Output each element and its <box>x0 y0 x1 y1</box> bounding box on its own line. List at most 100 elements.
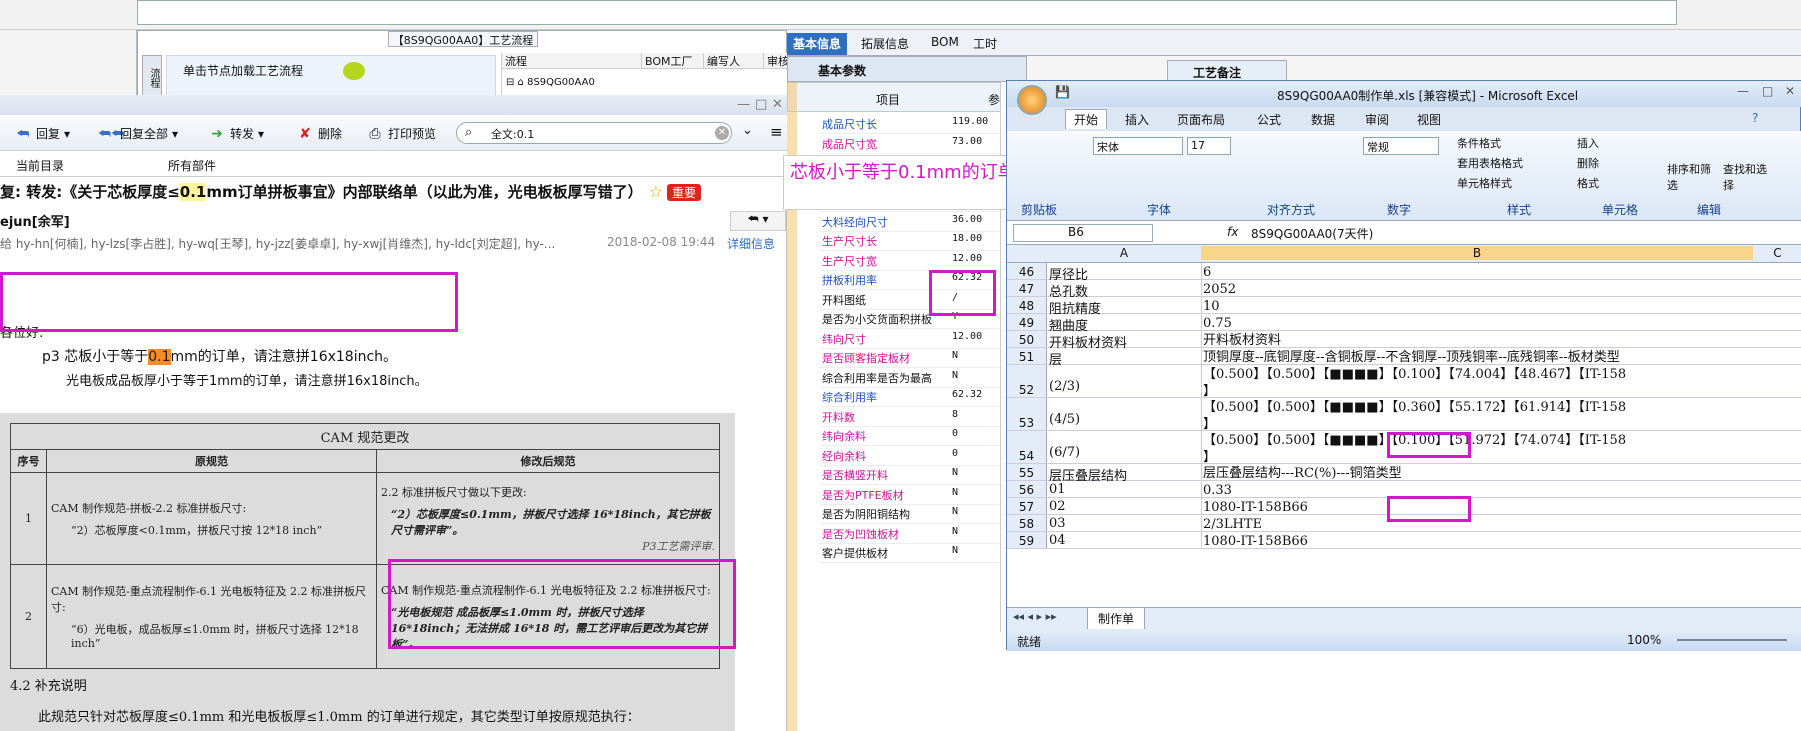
cell-b[interactable]: 0.33 <box>1203 482 1753 499</box>
ribbon-tab-review[interactable]: 审阅 <box>1365 111 1389 128</box>
nav-current-folder[interactable]: 当前目录 <box>16 157 64 174</box>
clear-icon[interactable]: ✕ <box>715 126 729 140</box>
cell-style-button[interactable]: 单元格样式 <box>1457 175 1512 191</box>
ribbon-tab-data[interactable]: 数据 <box>1311 111 1335 128</box>
name-box[interactable]: B6 <box>1013 224 1153 242</box>
formula-input[interactable]: 8S9QG00AA0(7天件) <box>1251 225 1373 242</box>
cell-a[interactable]: (2/3) <box>1049 379 1199 394</box>
row-number[interactable]: 46 <box>1007 263 1047 279</box>
find-select-button[interactable]: 查找和选择 <box>1723 161 1771 193</box>
mail-prev-next[interactable]: ⮪ ▾ <box>730 211 786 231</box>
table-format-button[interactable]: 套用表格格式 <box>1457 155 1523 171</box>
cell-a[interactable]: 02 <box>1049 499 1199 514</box>
minimize-icon[interactable]: — <box>737 97 750 112</box>
cell-a[interactable]: 04 <box>1049 533 1199 548</box>
number-format-select[interactable]: 常规 <box>1363 137 1439 155</box>
col-header-b[interactable]: B <box>1201 246 1753 260</box>
worksheet-row[interactable]: 51 层顶铜厚度--底铜厚度--含铜板厚--不含铜厚--顶残铜率--底残铜率--板… <box>1007 348 1801 368</box>
sort-filter-button[interactable]: 排序和筛选 <box>1667 161 1715 193</box>
mail-sender[interactable]: ejun[余军] <box>0 211 70 230</box>
cell-a[interactable]: (6/7) <box>1049 445 1199 460</box>
format-cells-button[interactable]: 格式 <box>1577 175 1599 191</box>
reply-button[interactable]: ⮪ 回复 ▾ <box>14 125 70 142</box>
print-preview-button[interactable]: ⎙ 打印预览 <box>366 125 436 142</box>
row-number[interactable]: 56 <box>1007 481 1047 497</box>
row-number[interactable]: 48 <box>1007 297 1047 313</box>
search-input[interactable]: ⌕ 全文:0.1 ✕ <box>456 122 732 144</box>
zoom-slider[interactable] <box>1677 639 1787 641</box>
col-process[interactable]: 流程 <box>502 53 642 68</box>
row-number[interactable]: 54 <box>1007 431 1047 463</box>
ribbon-tab-formulas[interactable]: 公式 <box>1257 111 1281 128</box>
worksheet-row[interactable]: 55 层压叠层结构 层压叠层结构---RC(%)---铜箔类型 <box>1007 464 1801 484</box>
font-name-select[interactable]: 宋体 <box>1093 137 1183 155</box>
office-button[interactable] <box>1017 85 1047 115</box>
forward-button[interactable]: ➜ 转发 ▾ <box>208 125 264 142</box>
excel-maximize-icon[interactable]: □ <box>1762 84 1773 98</box>
cell-b[interactable]: 顶铜厚度--底铜厚度--含铜板厚--不含铜厚--顶残铜率--底残铜率--板材类型 <box>1203 349 1753 366</box>
close-icon[interactable]: ✕ <box>772 97 783 112</box>
cell-b[interactable]: 2/3LHTE <box>1203 516 1753 533</box>
col-author[interactable]: 编写人 <box>704 53 764 68</box>
tab-basic-info[interactable]: 基本信息 <box>787 33 848 55</box>
cell-b[interactable]: 【0.500】【0.500】【■■■■】【0.100】【74.004】【48.4… <box>1203 366 1753 400</box>
ribbon-tab-home[interactable]: 开始 <box>1065 109 1108 129</box>
font-size-select[interactable]: 17 <box>1187 137 1231 155</box>
more-icon[interactable]: ⌄ <box>742 123 753 138</box>
cell-b[interactable]: 10 <box>1203 298 1753 315</box>
worksheet-row[interactable]: 59 04 1080-IT-158B66 <box>1007 532 1801 549</box>
row-number[interactable]: 59 <box>1007 532 1047 548</box>
worksheet-row[interactable]: 48 阻抗精度 10 <box>1007 297 1801 317</box>
help-icon[interactable]: ? <box>1752 111 1758 125</box>
cell-b[interactable]: 2052 <box>1203 281 1753 298</box>
conditional-format-button[interactable]: 条件格式 <box>1457 135 1501 151</box>
cell-a[interactable]: 03 <box>1049 516 1199 531</box>
fx-icon[interactable]: fx <box>1227 225 1238 239</box>
insert-cells-button[interactable]: 插入 <box>1577 135 1599 151</box>
cell-b[interactable]: 0.75 <box>1203 315 1753 332</box>
cell-a[interactable]: (4/5) <box>1049 412 1199 427</box>
subtab-process-notes[interactable]: 工艺备注 <box>1167 60 1287 82</box>
tab-work-hours[interactable]: 工时 <box>967 33 1003 55</box>
star-icon[interactable]: ☆ <box>649 182 663 201</box>
row-number[interactable]: 47 <box>1007 280 1047 296</box>
row-number[interactable]: 58 <box>1007 515 1047 531</box>
worksheet-row[interactable]: 46 厚径比 6 <box>1007 263 1801 283</box>
worksheet-grid[interactable]: A B C 46 厚径比 6 47 总孔数 2052 48 阻抗精度 10 49 翘曲度 0.75 50… <box>1007 245 1801 607</box>
worksheet-row[interactable]: 52 (2/3) 【0.500】【0.500】【■■■■】【0.100】【74.00… <box>1007 365 1801 400</box>
reply-all-button[interactable]: ⮪⮪ 回复全部 ▾ <box>98 125 178 142</box>
row-number[interactable]: 49 <box>1007 314 1047 330</box>
row-number[interactable]: 55 <box>1007 464 1047 480</box>
row-number[interactable]: 57 <box>1007 498 1047 514</box>
menu-icon[interactable]: ≡ <box>770 123 783 141</box>
worksheet-row[interactable]: 49 翘曲度 0.75 <box>1007 314 1801 334</box>
cell-b[interactable]: 6 <box>1203 264 1753 281</box>
mail-detail-link[interactable]: 详细信息 <box>727 235 776 252</box>
row-number[interactable]: 51 <box>1007 348 1047 364</box>
worksheet-row[interactable]: 53 (4/5) 【0.500】【0.500】【■■■■】【0.360】【55.17… <box>1007 398 1801 433</box>
cell-b[interactable]: 【0.500】【0.500】【■■■■】【0.360】【55.172】【61.9… <box>1203 399 1753 433</box>
cell-b[interactable]: 1080-IT-158B66 <box>1203 533 1753 550</box>
tab-bom[interactable]: BOM <box>925 33 965 55</box>
cell-b[interactable]: 层压叠层结构---RC(%)---铜箔类型 <box>1203 465 1753 482</box>
excel-minimize-icon[interactable]: — <box>1737 84 1749 98</box>
ribbon-tab-layout[interactable]: 页面布局 <box>1177 111 1225 128</box>
cell-b[interactable]: 开料板材资料 <box>1203 332 1753 349</box>
row-number[interactable]: 52 <box>1007 365 1047 397</box>
cell-a[interactable]: 01 <box>1049 482 1199 497</box>
col-bom-factory[interactable]: BOM工厂 <box>642 53 704 68</box>
delete-button[interactable]: ✘ 删除 <box>296 125 342 142</box>
row-number[interactable]: 50 <box>1007 331 1047 347</box>
col-header-a[interactable]: A <box>1047 246 1201 260</box>
excel-close-icon[interactable]: ✕ <box>1785 84 1795 98</box>
tab-extended-info[interactable]: 拓展信息 <box>855 33 915 55</box>
nav-all-parts[interactable]: 所有部件 <box>168 157 216 174</box>
worksheet-row[interactable]: 50 开料板材资料 开料板材资料 <box>1007 331 1801 351</box>
workflow-tree-node[interactable]: ⊟ ⌂ 8S9QG00AA0 <box>506 77 595 88</box>
cell-b[interactable]: 【0.500】【0.500】【■■■■】【0.100】【51.972】【74.0… <box>1203 432 1753 466</box>
sheet-nav-arrows[interactable]: ◂◂ ◂ ▸ ▸▸ <box>1013 610 1057 623</box>
sheet-tab-main[interactable]: 制作单 <box>1087 608 1146 630</box>
zoom-level[interactable]: 100% <box>1627 633 1661 647</box>
ribbon-tab-view[interactable]: 视图 <box>1417 111 1441 128</box>
col-header-c[interactable]: C <box>1753 246 1801 260</box>
